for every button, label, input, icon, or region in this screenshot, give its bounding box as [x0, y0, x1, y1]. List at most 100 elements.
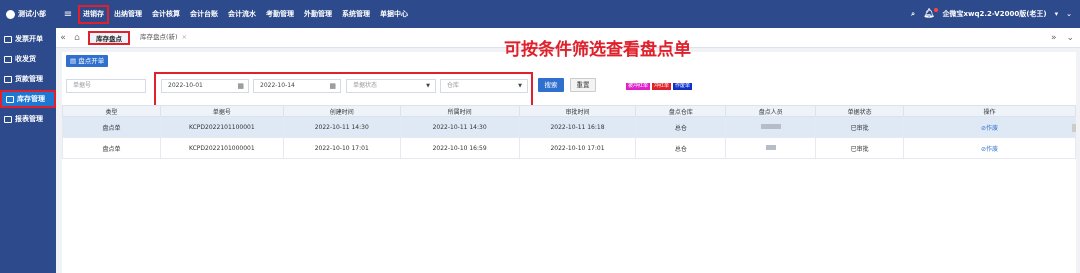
- home-icon[interactable]: ⌂: [70, 33, 84, 43]
- close-icon[interactable]: ×: [182, 33, 187, 41]
- tabs-menu-icon[interactable]: ⌄: [1066, 33, 1074, 43]
- main-content: ▤ 盘点开单 可按条件筛选查看盘点单 单据号 2022-10-01 ▦ 2022-…: [62, 40, 1076, 273]
- search-icon[interactable]: ⌕: [911, 10, 915, 19]
- date-to-value: 2022-10-14: [260, 82, 295, 89]
- top-navbar: 测试小部 ≡ 进销存 出纳管理 会计核算 会计台账 会计流水 考勤管理 外勤管理…: [0, 0, 1080, 28]
- menu-toggle-icon[interactable]: ≡: [62, 9, 74, 20]
- nav-item-journal[interactable]: 会计流水: [223, 0, 261, 28]
- void-button[interactable]: ⊘作废: [981, 125, 998, 132]
- invoice-icon: [4, 35, 12, 43]
- cell-created: 2022-10-10 17:01: [282, 137, 401, 159]
- document-icon: ▤: [70, 57, 79, 65]
- sidebar-item-invoice[interactable]: 发票开单: [0, 30, 56, 48]
- col-header[interactable]: 类型: [62, 105, 161, 117]
- cell-person: [725, 116, 817, 138]
- sidebar-item-label: 报表管理: [15, 115, 43, 123]
- sidebar-item-shipping[interactable]: 收发货: [0, 50, 56, 68]
- user-menu[interactable]: 企微宝xwq2.2-V2000版(老王): [943, 9, 1047, 19]
- col-header[interactable]: 盘点仓库: [635, 105, 727, 117]
- calendar-icon: ▦: [237, 82, 244, 90]
- sidebar-item-label: 库存管理: [17, 95, 45, 103]
- warehouse-select[interactable]: 仓库 ▼: [440, 79, 528, 93]
- date-from-field[interactable]: 2022-10-01 ▦: [161, 79, 249, 93]
- legend-reversed: 被冲红单: [626, 83, 651, 90]
- calendar-icon: ▦: [329, 82, 336, 90]
- sidebar-item-label: 发票开单: [15, 35, 43, 43]
- cell-doc-no[interactable]: KCPD2022101000001: [159, 137, 284, 159]
- cell-type: 盘点单: [62, 137, 161, 159]
- cell-warehouse: 总仓: [635, 116, 727, 138]
- cell-belong: 2022-10-10 16:59: [399, 137, 520, 159]
- create-button-label: 盘点开单: [78, 57, 105, 65]
- box-icon: [6, 95, 14, 103]
- void-label: 作废: [986, 124, 999, 132]
- legend-void: 作废单: [673, 83, 693, 90]
- legend-red-offset: 冲红单: [652, 83, 672, 90]
- doc-no-input[interactable]: 单据号: [66, 79, 146, 93]
- date-from-value: 2022-10-01: [168, 82, 203, 89]
- brand[interactable]: 测试小部: [0, 9, 62, 19]
- date-to-field[interactable]: 2022-10-14 ▦: [253, 79, 341, 93]
- reset-button[interactable]: 重置: [570, 78, 596, 92]
- caret-down-icon: ▼: [426, 83, 430, 89]
- cell-approved: 2022-10-11 16:18: [518, 116, 637, 138]
- nav-item-field[interactable]: 外勤管理: [299, 0, 337, 28]
- top-right-tools: ⌕ 🔔︎ 企微宝xwq2.2-V2000版(老王) ▾ ⌄: [911, 0, 1072, 28]
- tabs-prev-icon[interactable]: «: [56, 33, 70, 43]
- sidebar-item-payment[interactable]: 货款管理: [0, 70, 56, 88]
- col-header[interactable]: 审批时间: [518, 105, 637, 117]
- sidebar-item-label: 货款管理: [15, 75, 43, 83]
- more-icon[interactable]: ⌄: [1066, 10, 1072, 18]
- truck-icon: [4, 55, 12, 63]
- sidebar: 发票开单 收发货 货款管理 库存管理 报表管理: [0, 28, 56, 273]
- cell-belong: 2022-10-11 14:30: [399, 116, 520, 138]
- col-header[interactable]: 单据状态: [815, 105, 905, 117]
- nav-item-inventory[interactable]: 进销存: [78, 4, 109, 24]
- col-header[interactable]: 操作: [903, 105, 1076, 117]
- chevron-down-icon[interactable]: ▾: [1055, 10, 1059, 18]
- search-button[interactable]: 搜索: [538, 78, 564, 92]
- table-row[interactable]: 盘点单 KCPD2022101100001 2022-10-11 14:30 2…: [62, 116, 1076, 138]
- col-header[interactable]: 单据号: [159, 105, 284, 117]
- redacted-person: [760, 123, 781, 129]
- table-header-row: 类型 单据号 创建时间 所属时间 审批时间 盘点仓库 盘点人员 单据状态 操作: [62, 105, 1076, 117]
- cell-warehouse: 总仓: [635, 137, 727, 159]
- nav-item-attendance[interactable]: 考勤管理: [261, 0, 299, 28]
- void-button[interactable]: ⊘作废: [981, 146, 998, 153]
- nav-item-documents[interactable]: 单据中心: [375, 0, 413, 28]
- main-nav: 进销存 出纳管理 会计核算 会计台账 会计流水 考勤管理 外勤管理 系统管理 单…: [78, 0, 413, 28]
- brand-name: 测试小部: [18, 10, 46, 18]
- stock-check-table: 类型 单据号 创建时间 所属时间 审批时间 盘点仓库 盘点人员 单据状态 操作 …: [62, 105, 1076, 159]
- status-placeholder: 单据状态: [353, 82, 378, 89]
- cell-action: ⊘作废: [903, 137, 1076, 159]
- scrollbar-thumb[interactable]: [1072, 124, 1076, 132]
- cell-person: [725, 137, 817, 159]
- cell-created: 2022-10-11 14:30: [282, 116, 401, 138]
- nav-item-system[interactable]: 系统管理: [337, 0, 375, 28]
- tabs-next-icon[interactable]: »: [1051, 33, 1057, 43]
- status-select[interactable]: 单据状态 ▼: [346, 79, 436, 93]
- cell-doc-no[interactable]: KCPD2022101100001: [159, 116, 284, 138]
- tab-stock-check[interactable]: 库存盘点: [88, 30, 130, 45]
- col-header[interactable]: 所属时间: [399, 105, 520, 117]
- brand-logo-icon: [6, 9, 15, 19]
- cell-type: 盘点单: [62, 116, 161, 138]
- sidebar-item-stock[interactable]: 库存管理: [0, 90, 56, 108]
- nav-item-accounting[interactable]: 会计核算: [147, 0, 185, 28]
- sidebar-item-reports[interactable]: 报表管理: [0, 110, 56, 128]
- create-stock-check-button[interactable]: ▤ 盘点开单: [66, 55, 109, 67]
- annotation-text: 可按条件筛选查看盘点单: [504, 40, 691, 60]
- tab-label: 库存盘点(新): [140, 32, 178, 41]
- tab-stock-check-new[interactable]: 库存盘点(新) ×: [134, 31, 193, 45]
- bell-icon[interactable]: 🔔︎: [923, 8, 939, 19]
- table-row[interactable]: 盘点单 KCPD2022101000001 2022-10-10 17:01 2…: [62, 137, 1076, 159]
- cell-action: ⊘作废: [903, 116, 1076, 138]
- wallet-icon: [4, 75, 12, 83]
- redacted-person: [765, 144, 776, 150]
- caret-down-icon: ▼: [518, 83, 522, 89]
- nav-item-cashier[interactable]: 出纳管理: [109, 0, 147, 28]
- col-header[interactable]: 创建时间: [282, 105, 401, 117]
- nav-item-ledger[interactable]: 会计台账: [185, 0, 223, 28]
- void-label: 作废: [986, 145, 999, 153]
- col-header[interactable]: 盘点人员: [725, 105, 817, 117]
